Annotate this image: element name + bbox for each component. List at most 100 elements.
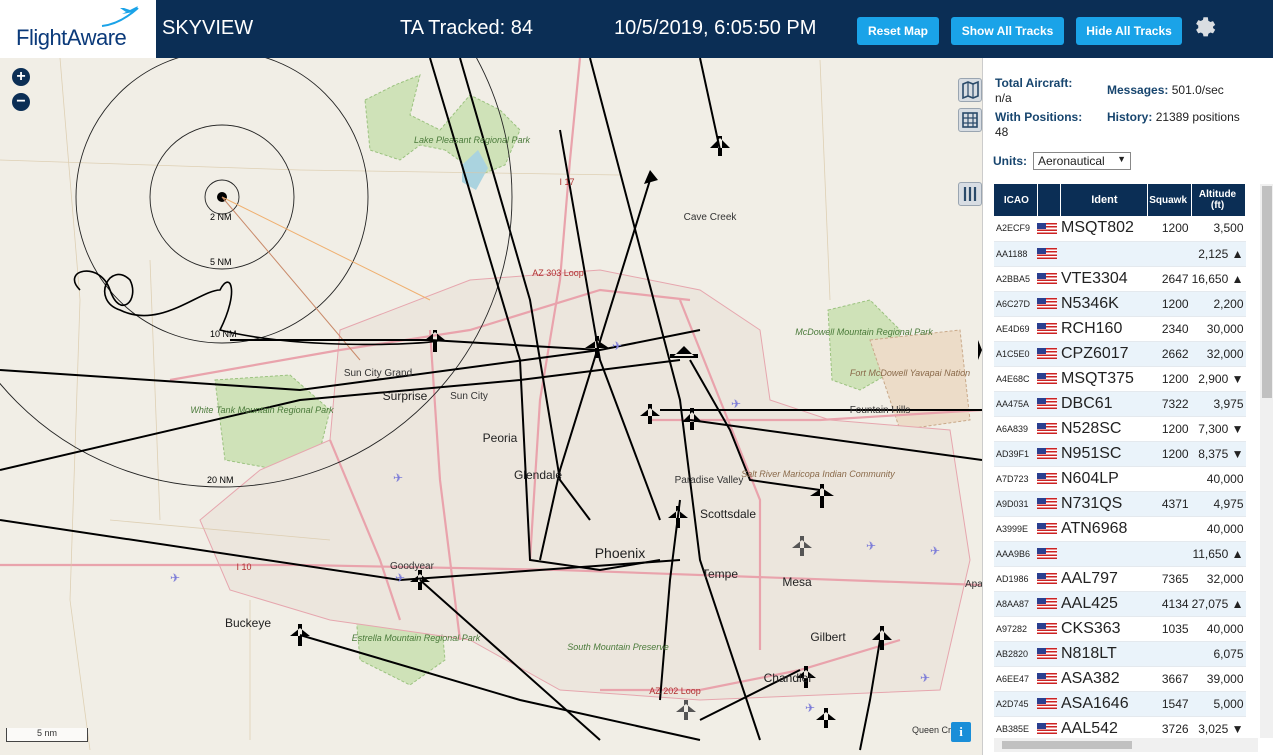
us-flag-icon bbox=[1037, 548, 1058, 560]
map-layers-button[interactable] bbox=[958, 78, 982, 102]
squawk-column-header[interactable]: Squawk bbox=[1147, 184, 1193, 216]
ident-cell: CKS363 bbox=[1060, 616, 1148, 642]
place-label: Gilbert bbox=[810, 630, 846, 644]
logo-text: FlightAware bbox=[16, 25, 127, 50]
airport-icon: ✈ bbox=[731, 397, 741, 411]
squawk-cell: 4134 bbox=[1147, 591, 1192, 617]
altitude-cell: 39,000 bbox=[1191, 666, 1246, 692]
icao-cell: A1C5E0 bbox=[994, 341, 1038, 367]
flightaware-logo[interactable]: FlightAware bbox=[0, 0, 158, 58]
us-flag-icon bbox=[1037, 598, 1058, 610]
table-row[interactable]: A3999E ATN6968 40,000 bbox=[994, 516, 1246, 542]
range-label: 20 NM bbox=[207, 475, 234, 485]
map-view[interactable]: ✈ ✈ ✈ ✈ ✈ ✈ ✈ ✈ ✈ 2 NM 5 NM 10 NM 20 NM … bbox=[0, 58, 982, 755]
range-label: 5 NM bbox=[210, 257, 232, 267]
zoom-out-button[interactable]: − bbox=[12, 93, 30, 111]
table-row[interactable]: A97282 CKS363 1035 40,000 bbox=[994, 616, 1246, 642]
datetime: 10/5/2019, 6:05:50 PM bbox=[614, 17, 817, 39]
place-label: Tempe bbox=[702, 567, 738, 581]
ident-cell: N731QS bbox=[1060, 491, 1148, 517]
flag-cell bbox=[1037, 616, 1061, 642]
scroll-thumb[interactable] bbox=[1002, 741, 1132, 749]
us-flag-icon bbox=[1037, 573, 1058, 585]
table-horizontal-scrollbar[interactable] bbox=[994, 738, 1258, 752]
icao-column-header[interactable]: ICAO bbox=[994, 184, 1038, 216]
icao-cell: AE4D69 bbox=[994, 316, 1038, 342]
table-row[interactable]: A9D031 N731QS 4371 4,975 bbox=[994, 491, 1246, 517]
table-row[interactable]: A8AA87 AAL425 4134 27,075 ▲ bbox=[994, 591, 1246, 617]
squawk-cell bbox=[1147, 241, 1192, 267]
altitude-column-header[interactable]: Altitude (ft) bbox=[1191, 184, 1246, 216]
table-row[interactable]: A2ECF9 MSQT802 1200 3,500 bbox=[994, 216, 1246, 242]
table-row[interactable]: A6EE47 ASA382 3667 39,000 bbox=[994, 666, 1246, 692]
icao-cell: A8AA87 bbox=[994, 591, 1038, 617]
aircraft-icon bbox=[676, 700, 696, 720]
table-row[interactable]: A7D723 N604LP 40,000 bbox=[994, 466, 1246, 492]
ident-cell: MSQT802 bbox=[1060, 216, 1148, 242]
ident-cell: CPZ6017 bbox=[1060, 341, 1148, 367]
reset-map-button[interactable]: Reset Map bbox=[857, 17, 939, 45]
place-label: Goodyear bbox=[390, 561, 435, 572]
history-stat: History: 21389 positions bbox=[1107, 110, 1257, 125]
grid-toggle-button[interactable] bbox=[958, 108, 982, 132]
flag-cell bbox=[1037, 391, 1061, 417]
place-label: Phoenix bbox=[595, 545, 646, 561]
flag-cell bbox=[1037, 666, 1061, 692]
history-value: 21389 positions bbox=[1155, 110, 1240, 124]
table-row[interactable]: AD39F1 N951SC 1200 8,375 ▼ bbox=[994, 441, 1246, 467]
squawk-cell: 2340 bbox=[1147, 316, 1192, 342]
ident-cell: RCH160 bbox=[1060, 316, 1148, 342]
place-label: Surprise bbox=[383, 389, 428, 403]
altitude-cell: 7,300 ▼ bbox=[1191, 416, 1246, 442]
info-button[interactable]: i bbox=[951, 722, 971, 742]
aircraft-icon bbox=[640, 170, 662, 186]
table-vertical-scrollbar[interactable] bbox=[1260, 184, 1273, 738]
icao-cell: A6A839 bbox=[994, 416, 1038, 442]
table-row[interactable]: A1C5E0 CPZ6017 2662 32,000 bbox=[994, 341, 1246, 367]
gear-icon[interactable] bbox=[1192, 14, 1218, 40]
scroll-thumb[interactable] bbox=[1262, 186, 1272, 398]
units-select[interactable]: Aeronautical ▼ bbox=[1033, 152, 1131, 170]
columns-toggle-button[interactable] bbox=[958, 182, 982, 206]
squawk-cell: 7365 bbox=[1147, 566, 1192, 592]
road-label: AZ 303 Loop bbox=[532, 268, 584, 278]
place-label: McDowell Mountain Regional Park bbox=[795, 327, 933, 337]
table-row[interactable]: A6C27D N5346K 1200 2,200 bbox=[994, 291, 1246, 317]
airport-icon: ✈ bbox=[805, 701, 815, 715]
altitude-cell: 5,000 bbox=[1191, 691, 1246, 717]
table-row[interactable]: AB2820 N818LT 6,075 bbox=[994, 641, 1246, 667]
units-selected: Aeronautical bbox=[1038, 154, 1105, 168]
icao-cell: A97282 bbox=[994, 616, 1038, 642]
table-row[interactable]: AE4D69 RCH160 2340 30,000 bbox=[994, 316, 1246, 342]
flag-cell bbox=[1037, 591, 1061, 617]
table-row[interactable]: AAA9B6 11,650 ▲ bbox=[994, 541, 1246, 567]
hide-all-tracks-button[interactable]: Hide All Tracks bbox=[1076, 17, 1182, 45]
table-row[interactable]: A6A839 N528SC 1200 7,300 ▼ bbox=[994, 416, 1246, 442]
squawk-cell: 1035 bbox=[1147, 616, 1192, 642]
airport-icon: ✈ bbox=[920, 671, 930, 685]
zoom-in-button[interactable]: + bbox=[12, 68, 30, 86]
icao-cell: A2D745 bbox=[994, 691, 1038, 717]
icao-cell: AD39F1 bbox=[994, 441, 1038, 467]
us-flag-icon bbox=[1037, 523, 1058, 535]
icao-cell: AA1188 bbox=[994, 241, 1038, 267]
airport-icon: ✈ bbox=[395, 571, 405, 585]
airport-icon: ✈ bbox=[866, 539, 876, 553]
table-row[interactable]: A2D745 ASA1646 1547 5,000 bbox=[994, 691, 1246, 717]
table-row[interactable]: A4E68C MSQT375 1200 2,900 ▼ bbox=[994, 366, 1246, 392]
ident-column-header[interactable]: Ident bbox=[1060, 184, 1149, 216]
history-label: History: bbox=[1107, 110, 1153, 124]
flag-cell bbox=[1037, 466, 1061, 492]
table-row[interactable]: AA1188 2,125 ▲ bbox=[994, 241, 1246, 267]
map-canvas[interactable]: ✈ ✈ ✈ ✈ ✈ ✈ ✈ ✈ ✈ 2 NM 5 NM 10 NM 20 NM … bbox=[0, 58, 982, 755]
us-flag-icon bbox=[1037, 423, 1058, 435]
table-row[interactable]: AA475A DBC61 7322 3,975 bbox=[994, 391, 1246, 417]
altitude-cell: 3,500 bbox=[1191, 216, 1246, 242]
show-all-tracks-button[interactable]: Show All Tracks bbox=[951, 17, 1064, 45]
flag-column-header[interactable] bbox=[1037, 184, 1062, 216]
us-flag-icon bbox=[1037, 323, 1058, 335]
table-row[interactable]: A2BBA5 VTE3304 2647 16,650 ▲ bbox=[994, 266, 1246, 292]
table-row[interactable]: AD1986 AAL797 7365 32,000 bbox=[994, 566, 1246, 592]
us-flag-icon bbox=[1037, 698, 1058, 710]
place-label: Estrella Mountain Regional Park bbox=[352, 633, 481, 643]
